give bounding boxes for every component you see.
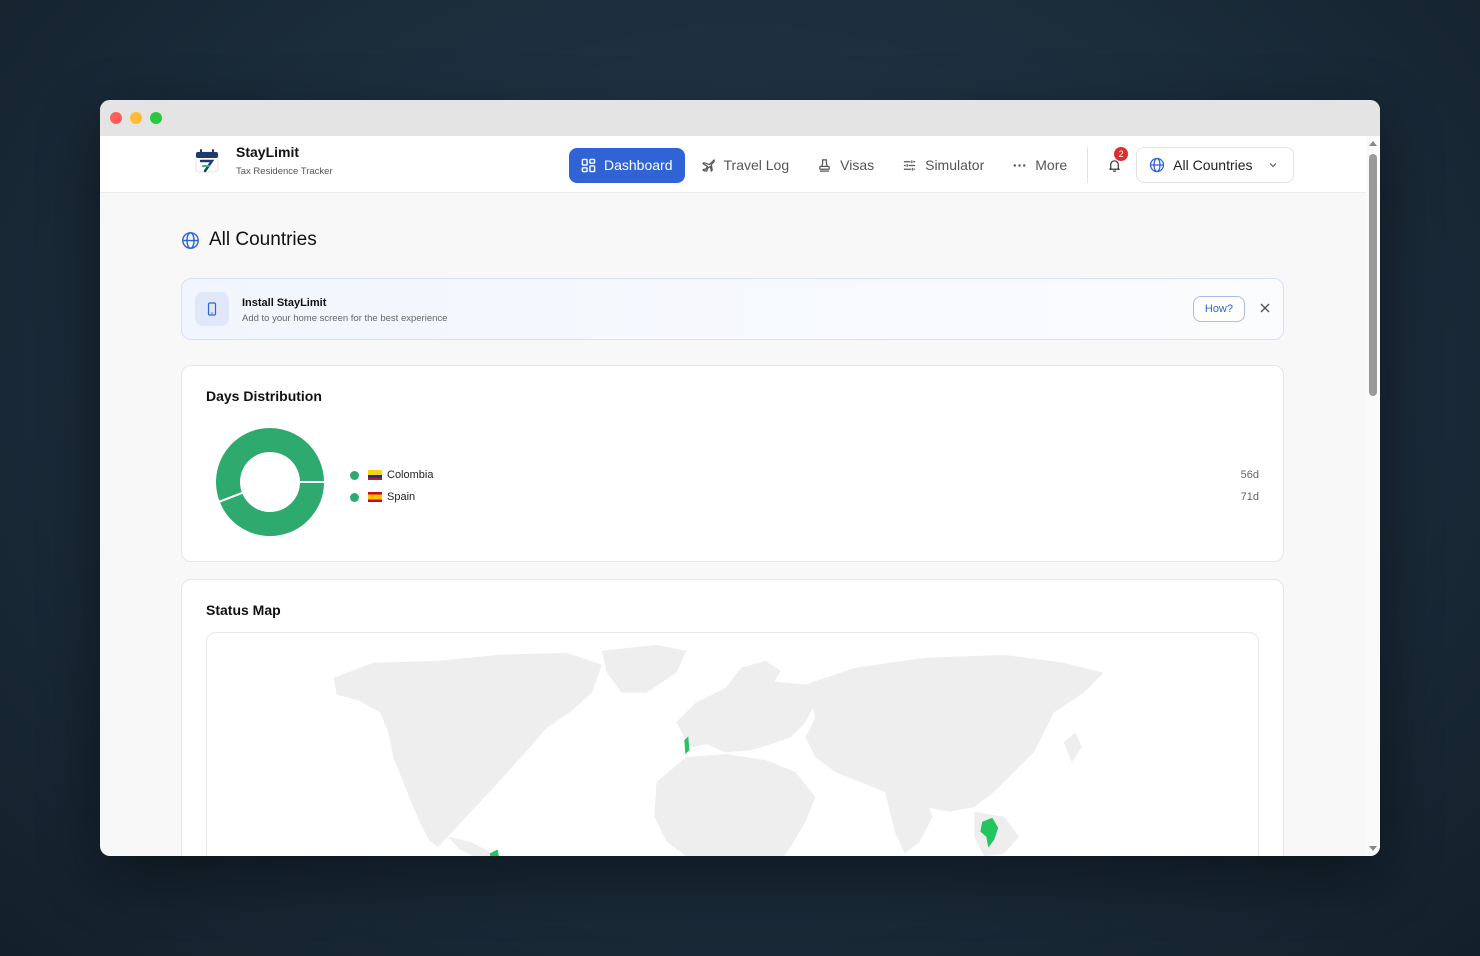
land-india <box>884 791 933 854</box>
status-map-title: Status Map <box>206 602 281 618</box>
plane-icon <box>701 158 715 172</box>
phone-icon <box>207 302 217 316</box>
nav-divider <box>1087 147 1089 183</box>
nav-more-label: More <box>1035 157 1068 173</box>
top-navbar: StayLimit Tax Residence Tracker Dashboar… <box>100 136 1380 193</box>
nav-visas-label: Visas <box>840 157 875 173</box>
globe-icon <box>1150 157 1165 173</box>
land-north-america <box>333 652 602 847</box>
app-logo-icon <box>195 148 219 172</box>
install-subtitle: Add to your home screen for the best exp… <box>242 313 448 324</box>
page-scrollbar[interactable] <box>1366 136 1380 856</box>
phone-icon-wrap <box>195 292 229 326</box>
sliders-icon <box>903 159 916 171</box>
more-icon <box>1013 163 1026 167</box>
legend-row-colombia: Colombia 56d <box>350 464 1259 486</box>
window-titlebar <box>100 100 1380 136</box>
land-greenland <box>601 644 687 693</box>
dashboard-icon <box>581 158 596 172</box>
install-title: Install StayLimit <box>242 297 327 309</box>
stamp-icon <box>819 158 830 172</box>
nav-travel-log[interactable]: Travel Log <box>689 148 802 183</box>
scroll-thumb[interactable] <box>1369 154 1377 396</box>
nav-visas[interactable]: Visas <box>805 148 886 183</box>
app-subtitle: Tax Residence Tracker <box>236 166 333 177</box>
scroll-down-icon[interactable] <box>1369 846 1377 852</box>
chevron-down-icon <box>1269 163 1276 168</box>
page-title: All Countries <box>181 229 1284 251</box>
app-name: StayLimit <box>236 144 300 160</box>
close-window-button[interactable] <box>110 112 122 124</box>
land-africa <box>654 754 816 856</box>
brand[interactable]: StayLimit Tax Residence Tracker <box>192 144 333 177</box>
globe-icon <box>182 231 199 249</box>
notification-badge: 2 <box>1114 147 1129 161</box>
legend-dot <box>350 492 359 502</box>
country-selector[interactable]: All Countries <box>1136 147 1294 183</box>
land-central-america <box>447 836 496 856</box>
spain-flag-icon <box>368 492 382 502</box>
land-southeast-asia <box>974 811 1020 856</box>
minimize-window-button[interactable] <box>130 112 142 124</box>
nav-simulator[interactable]: Simulator <box>890 148 996 183</box>
page-title-text: All Countries <box>209 229 317 250</box>
nav-dashboard-label: Dashboard <box>604 157 673 173</box>
page-content: StayLimit Tax Residence Tracker Dashboar… <box>100 136 1380 856</box>
scroll-up-icon[interactable] <box>1369 140 1377 146</box>
legend-value: 56d <box>1240 469 1259 481</box>
days-distribution-title: Days Distribution <box>206 388 322 404</box>
country-selector-label: All Countries <box>1173 157 1253 173</box>
how-button[interactable]: How? <box>1192 296 1245 322</box>
highlight-colombia <box>489 849 499 856</box>
legend-dot <box>350 470 359 480</box>
nav-travel-log-label: Travel Log <box>723 157 790 173</box>
nav-simulator-label: Simulator <box>925 157 985 173</box>
world-map-svg <box>333 644 1104 856</box>
legend-country: Spain <box>387 491 416 503</box>
status-map-card: Status Map <box>181 579 1284 856</box>
distribution-legend: Colombia 56d Spain 71d <box>350 464 1259 508</box>
main-content: All Countries Install StayLimit Add to y… <box>181 193 1284 856</box>
install-banner: Install StayLimit Add to your home scree… <box>181 278 1284 340</box>
main-nav: Dashboard Travel Log Visas Simulator Mor… <box>569 147 1294 183</box>
land-asia <box>805 654 1104 812</box>
world-map[interactable] <box>206 632 1259 856</box>
legend-value: 71d <box>1240 491 1259 503</box>
notifications-button[interactable]: 2 <box>1096 147 1132 183</box>
land-scandinavia <box>726 660 781 688</box>
close-icon[interactable] <box>1259 302 1271 314</box>
legend-row-spain: Spain 71d <box>350 486 1259 508</box>
legend-country: Colombia <box>387 469 434 481</box>
app-window: StayLimit Tax Residence Tracker Dashboar… <box>100 100 1380 856</box>
land-europe <box>676 680 816 753</box>
maximize-window-button[interactable] <box>150 112 162 124</box>
days-distribution-card: Days Distribution Colombia 56d Spain 71d <box>181 365 1284 562</box>
colombia-flag-icon <box>368 470 382 480</box>
land-japan <box>1063 732 1082 763</box>
donut-chart <box>214 426 326 538</box>
nav-more[interactable]: More <box>1000 148 1079 183</box>
nav-dashboard[interactable]: Dashboard <box>569 147 685 183</box>
